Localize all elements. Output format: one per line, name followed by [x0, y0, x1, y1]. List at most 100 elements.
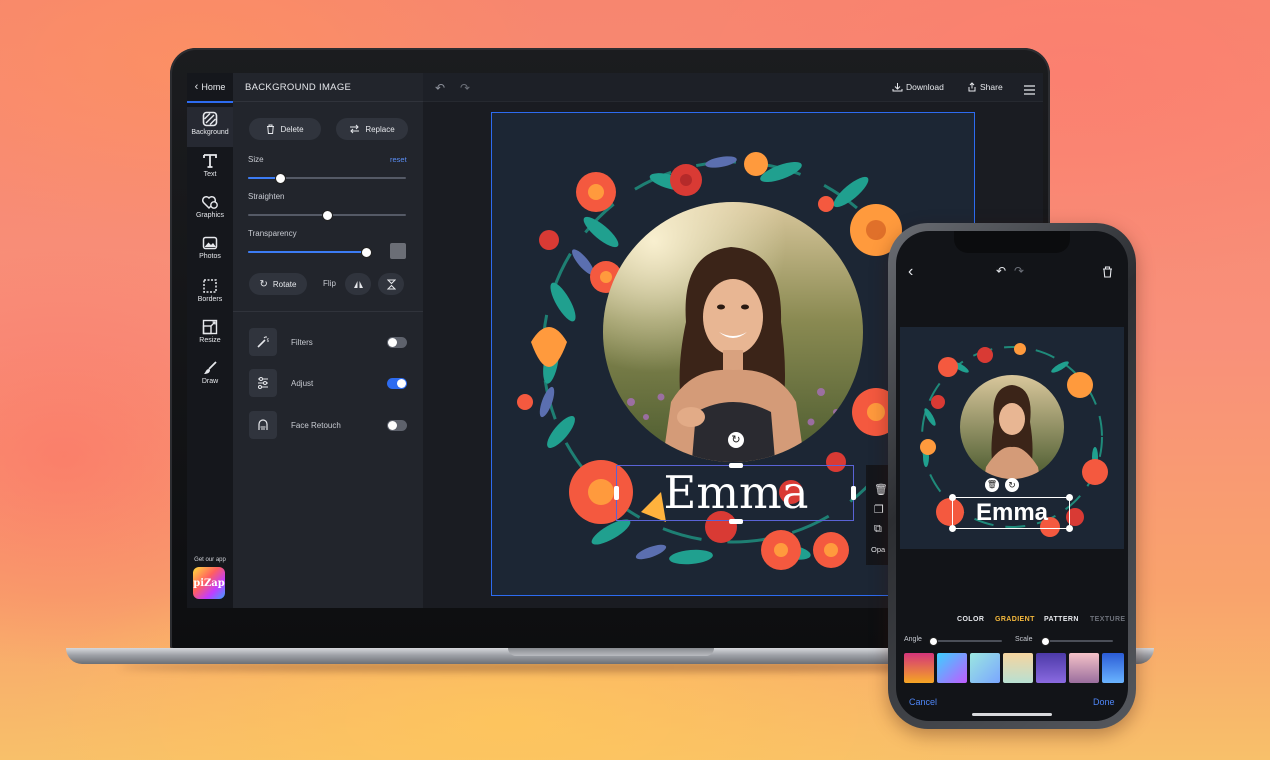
- flip-vertical-icon: [386, 279, 396, 289]
- transparency-slider[interactable]: [248, 247, 372, 258]
- phone-notch: [954, 231, 1070, 253]
- scale-slider[interactable]: [1041, 637, 1113, 646]
- text-selection-box[interactable]: Emma ↻: [614, 432, 856, 524]
- slider-knob[interactable]: [322, 210, 333, 221]
- phone-screen: ‹ ↶ ↷ Emma 🗑 ↻ COLOR GRADIENT PATTERN TE…: [896, 231, 1128, 721]
- download-icon: [892, 83, 903, 92]
- redo-button[interactable]: ↷: [460, 81, 470, 95]
- resize-handle[interactable]: [949, 494, 956, 501]
- straighten-slider[interactable]: [248, 210, 406, 221]
- gradient-swatch[interactable]: [937, 653, 967, 683]
- phone-delete-button[interactable]: [1102, 265, 1113, 283]
- app-logo[interactable]: piZap: [193, 567, 225, 599]
- divider: [233, 311, 423, 312]
- face-retouch-toggle[interactable]: [387, 420, 407, 431]
- adjust-label: Adjust: [291, 379, 314, 388]
- opacity-label[interactable]: Opa: [871, 545, 885, 554]
- slider-knob[interactable]: [360, 247, 372, 258]
- rail-item-resize[interactable]: Resize: [187, 315, 233, 355]
- phone-text-selection-box[interactable]: Emma 🗑 ↻: [949, 478, 1073, 532]
- angle-slider[interactable]: [929, 637, 1002, 646]
- phone-undo-button[interactable]: ↶: [996, 264, 1006, 278]
- color-swatch[interactable]: [390, 243, 406, 259]
- resize-handle-left[interactable]: [614, 486, 619, 500]
- gradient-swatch[interactable]: [1003, 653, 1033, 683]
- toggle-dot: [388, 338, 397, 347]
- slider-knob[interactable]: [929, 637, 938, 646]
- phone-redo-button[interactable]: ↷: [1014, 264, 1024, 278]
- rotate-button[interactable]: ↻ Rotate: [249, 273, 307, 295]
- rail-item-background[interactable]: Background: [187, 107, 233, 147]
- phone-cancel-button[interactable]: Cancel: [909, 697, 937, 707]
- layer-button[interactable]: ⧉: [874, 523, 882, 536]
- delete-button[interactable]: Delete: [249, 118, 321, 140]
- resize-handle-top[interactable]: [729, 463, 743, 468]
- rail-item-photos[interactable]: Photos: [187, 231, 233, 271]
- panel-title: BACKGROUND IMAGE: [245, 82, 352, 93]
- resize-handle[interactable]: [949, 525, 956, 532]
- rotate-icon: ↻: [1008, 480, 1016, 490]
- trash-icon: [267, 124, 275, 134]
- slider-fill: [248, 251, 366, 253]
- resize-handle[interactable]: [1066, 494, 1073, 501]
- share-icon: [968, 82, 976, 92]
- flip-horizontal-button[interactable]: [345, 273, 371, 295]
- phone-tab-gradient[interactable]: GRADIENT: [995, 616, 1035, 623]
- angle-label: Angle: [904, 636, 922, 643]
- phone-tab-color[interactable]: COLOR: [957, 616, 984, 623]
- resize-handle[interactable]: [1066, 525, 1073, 532]
- phone-design-canvas[interactable]: Emma 🗑 ↻: [900, 327, 1124, 549]
- chevron-left-icon: ‹: [908, 263, 914, 280]
- chevron-left-icon: ‹: [194, 81, 199, 93]
- reset-link[interactable]: reset: [390, 155, 407, 164]
- rail-item-label: Graphics: [195, 212, 224, 219]
- phone-delete-element-button[interactable]: 🗑: [985, 478, 999, 492]
- undo-icon: ↶: [996, 264, 1007, 278]
- phone-back-button[interactable]: ‹: [908, 263, 913, 281]
- delete-element-button[interactable]: 🗑: [874, 483, 888, 496]
- resize-handle-right[interactable]: [851, 486, 856, 500]
- app-logo-text: piZap: [193, 577, 225, 589]
- phone-tab-pattern[interactable]: PATTERN: [1044, 616, 1079, 623]
- face-icon: [258, 419, 268, 430]
- slider-knob[interactable]: [1041, 637, 1050, 646]
- undo-button[interactable]: ↶: [435, 81, 445, 95]
- filters-label: Filters: [291, 338, 313, 347]
- canvas-name-text[interactable]: Emma: [617, 469, 855, 517]
- laptop-opening-notch: [508, 648, 714, 656]
- filters-toggle[interactable]: [387, 337, 407, 348]
- photos-icon: [202, 236, 218, 250]
- gradient-swatch[interactable]: [1036, 653, 1066, 683]
- get-app-label: Get our app: [194, 557, 226, 563]
- flip-horizontal-icon: [353, 280, 363, 288]
- rail-item-borders[interactable]: Borders: [187, 274, 233, 314]
- replace-button[interactable]: Replace: [336, 118, 408, 140]
- adjust-toggle[interactable]: [387, 378, 407, 389]
- home-button[interactable]: ‹ Home: [187, 73, 233, 103]
- duplicate-button[interactable]: ❐: [874, 503, 884, 516]
- phone-done-button[interactable]: Done: [1093, 697, 1115, 707]
- phone-tab-texture[interactable]: TEXTURE: [1090, 616, 1126, 623]
- menu-button[interactable]: [1024, 82, 1035, 100]
- rotate-handle[interactable]: ↻: [728, 432, 744, 448]
- rotate-icon: ↻: [259, 278, 268, 290]
- gradient-swatch[interactable]: [1069, 653, 1099, 683]
- flip-vertical-button[interactable]: [378, 273, 404, 295]
- rail-item-draw[interactable]: Draw: [187, 356, 233, 396]
- size-label: Size: [248, 155, 264, 164]
- slider-knob[interactable]: [274, 173, 286, 184]
- download-button[interactable]: Download: [892, 82, 944, 92]
- phone-rotate-handle[interactable]: ↻: [1005, 478, 1019, 492]
- hamburger-icon: [1024, 85, 1035, 95]
- resize-handle-bottom[interactable]: [729, 519, 743, 524]
- rail-item-graphics[interactable]: Graphics: [187, 190, 233, 230]
- gradient-swatch[interactable]: [904, 653, 934, 683]
- phone-canvas-name-text[interactable]: Emma: [953, 499, 1071, 527]
- share-button[interactable]: Share: [967, 82, 1003, 92]
- rail-item-text[interactable]: Text: [187, 149, 233, 189]
- sliders-icon: [258, 377, 268, 389]
- size-slider[interactable]: [248, 173, 406, 184]
- gradient-swatch[interactable]: [1102, 653, 1124, 683]
- borders-icon: [203, 279, 217, 293]
- gradient-swatch[interactable]: [970, 653, 1000, 683]
